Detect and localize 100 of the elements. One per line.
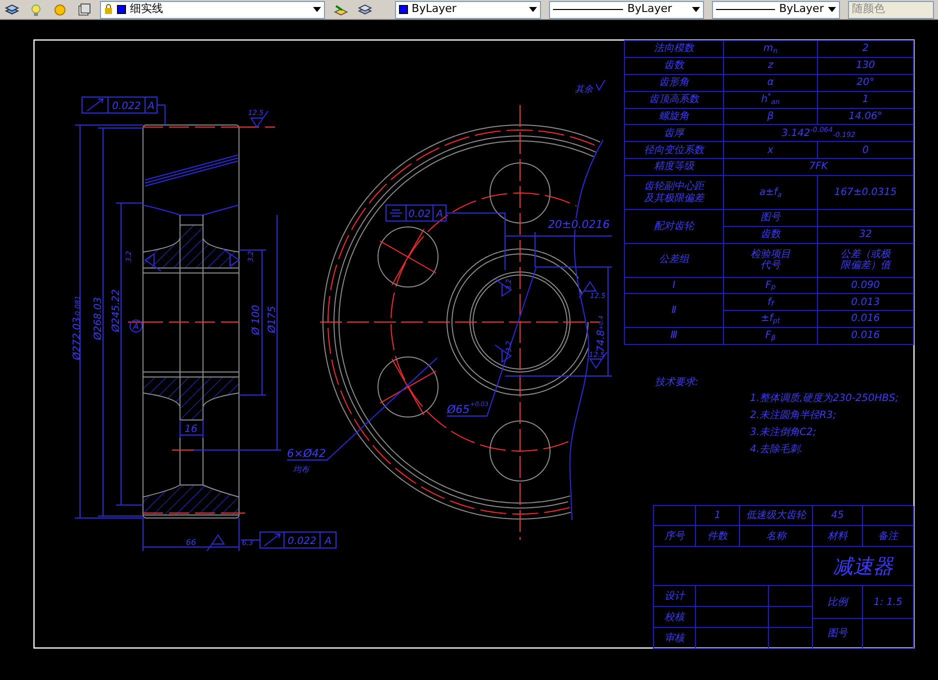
table-cell: 齿数: [624, 57, 724, 74]
table-cell: f$_{f}$: [724, 294, 818, 311]
table-cell: 0: [818, 142, 914, 159]
layer-color-swatch: [117, 5, 126, 14]
dimension-text: 66: [186, 538, 196, 547]
table-cell: 低速级大齿轮: [740, 506, 813, 526]
table-cell: 图号: [724, 209, 818, 226]
datum-label: A: [133, 322, 139, 331]
table-cell: 螺旋角: [624, 108, 724, 125]
table-cell: 减速器: [813, 547, 914, 586]
surface-roughness-icon: [206, 534, 224, 552]
blank-table-cell: [863, 619, 914, 649]
dimension-text: 6×Ø42: [287, 447, 326, 460]
table-cell: x: [724, 142, 818, 159]
table-cell: 齿顶高系数: [624, 91, 724, 108]
requirement-item: 3.未注倒角C2;: [750, 426, 818, 440]
caret-icon: [828, 7, 836, 12]
sun-icon[interactable]: [52, 2, 68, 18]
lineweight-name: ByLayer: [779, 1, 824, 18]
table-cell: z: [724, 57, 818, 74]
color-swatch: [398, 5, 408, 14]
table-cell: 设计: [654, 586, 696, 607]
table-cell: 1: 1.5: [863, 586, 914, 619]
datum-circle: [130, 320, 142, 332]
table-cell: 精度等级: [624, 158, 724, 176]
blank-table-cell: [863, 506, 914, 526]
table-cell: Ⅲ: [624, 328, 724, 345]
table-cell: 检验项目 代号: [724, 243, 818, 277]
table-cell: 130: [818, 57, 914, 74]
lineweight-dropdown[interactable]: ByLayer: [712, 0, 840, 18]
linetype-dropdown[interactable]: ByLayer: [549, 0, 704, 18]
table-cell: Ⅰ: [624, 277, 724, 294]
dimension-text: Ø272.03: [72, 317, 83, 360]
blank-table-cell: [769, 628, 813, 649]
requirements-title: 技术要求:: [655, 376, 700, 390]
feature-control-frame: 0.022 A: [82, 96, 158, 114]
dimension-text: Ø268.03: [93, 297, 104, 340]
caret-icon: [692, 7, 700, 12]
linetype-name: ByLayer: [627, 1, 674, 18]
table-cell: 公差（或极 限偏差）值: [818, 243, 914, 277]
table-cell: 1: [696, 506, 740, 526]
table-cell: 图号: [813, 619, 863, 649]
table-cell: 材料: [813, 526, 863, 547]
table-cell: m$_{n}$: [724, 40, 818, 58]
blank-table-cell: [769, 586, 813, 607]
dimension-text: Ø175: [267, 306, 278, 333]
table-cell: 0.016: [818, 328, 914, 345]
surface-roughness-icon: [494, 278, 512, 296]
table-cell: 0.090: [818, 277, 914, 294]
requirement-item: 1.整体调质,硬度为230-250HBS;: [750, 392, 899, 406]
table-cell: 齿轮副中心距 及其极限偏差: [624, 176, 724, 210]
layers-icon[interactable]: [4, 2, 20, 18]
dimension-text: Ø65: [447, 403, 470, 416]
table-cell: α: [724, 74, 818, 92]
table-cell: ±f$_{pt}$: [724, 310, 818, 328]
table-cell: 齿厚: [624, 124, 724, 142]
caret-icon: [312, 7, 321, 12]
layer-state-icon[interactable]: [76, 2, 92, 18]
requirement-item: 2.未注圆角半径R3;: [750, 408, 838, 423]
table-cell: F$_{β}$: [724, 328, 818, 345]
table-cell: 径向变位系数: [624, 142, 724, 159]
blank-table-cell: [769, 607, 813, 628]
layer-previous-icon[interactable]: [356, 2, 373, 18]
note-text: 其余: [575, 85, 593, 95]
table-cell: 1: [818, 91, 914, 108]
caret-icon: [529, 7, 538, 12]
dimension-text: 16: [184, 424, 198, 435]
surface-roughness-icon: [144, 254, 162, 272]
table-cell: β: [724, 108, 818, 125]
dimension-text: Ø245.22: [111, 289, 122, 332]
table-cell: 配对齿轮: [624, 209, 724, 244]
layer-name: 细实线: [130, 1, 164, 18]
table-cell: 14.06°: [818, 108, 914, 125]
hole-circle: [490, 420, 550, 482]
linetype-sample: [553, 9, 624, 10]
table-cell: 0.016: [818, 310, 914, 328]
table-cell: 0.013: [818, 294, 914, 311]
table-cell: Ⅱ: [624, 294, 724, 328]
lock-icon: [104, 4, 113, 15]
table-cell: 校核: [654, 607, 696, 628]
feature-control-frame: 0.02 A: [386, 204, 446, 222]
table-cell: 167±0.0315: [818, 176, 914, 210]
table-cell: 法向模数: [624, 40, 724, 58]
table-cell: 齿数: [724, 226, 818, 244]
lineweight-sample: [716, 9, 776, 10]
feature-control-frame: 0.022 A: [260, 532, 336, 548]
layer-dropdown[interactable]: 细实线: [100, 0, 325, 18]
table-cell: 名称: [740, 526, 813, 547]
table-cell: 20°: [818, 74, 914, 92]
table-cell: 齿形角: [624, 74, 724, 92]
table-cell: 2: [818, 40, 914, 58]
table-cell: 45: [813, 506, 863, 526]
surface-roughness-icon: [590, 352, 608, 369]
color-dropdown[interactable]: ByLayer: [394, 0, 542, 18]
table-cell: 序号: [654, 526, 696, 547]
table-cell: 公差组: [624, 243, 724, 277]
note-text: 均布: [293, 465, 309, 474]
table-cell: 比例: [813, 586, 863, 619]
dimension-text: 74.8: [596, 330, 607, 352]
table-cell: a±f$_{a}$: [724, 176, 818, 210]
